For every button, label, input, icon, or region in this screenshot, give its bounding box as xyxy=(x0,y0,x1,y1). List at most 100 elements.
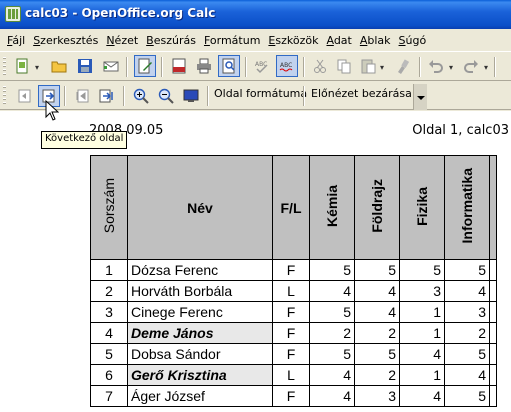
header-subject: Földrajz xyxy=(354,155,400,260)
header-partial-column xyxy=(489,155,497,260)
copy-button[interactable] xyxy=(333,55,355,77)
format-paintbrush-button[interactable] xyxy=(392,55,414,77)
gender-cell: F xyxy=(272,301,310,323)
partial-column-cell xyxy=(489,301,497,323)
row-number-cell: 3 xyxy=(90,301,128,323)
standard-toolbar: ▾ ABC ABC ▾ ▾ ▾ xyxy=(0,51,511,81)
grade-cell: 5 xyxy=(309,343,355,365)
row-number-cell: 1 xyxy=(90,259,128,281)
page-format-button[interactable]: Oldal formátuma xyxy=(214,87,307,100)
autospellcheck-button[interactable]: ABC xyxy=(276,55,298,77)
partial-column-cell xyxy=(489,364,497,386)
partial-column-cell xyxy=(489,322,497,344)
last-page-icon xyxy=(99,89,113,103)
new-document-button[interactable] xyxy=(11,55,33,77)
save-button[interactable] xyxy=(74,55,96,77)
title-bar[interactable]: calc03 - OpenOffice.org Calc xyxy=(0,0,511,29)
redo-dropdown-arrow[interactable]: ▾ xyxy=(484,63,488,72)
zoom-out-button[interactable] xyxy=(155,85,177,107)
paste-dropdown-arrow[interactable]: ▾ xyxy=(380,63,384,72)
row-number-cell: 7 xyxy=(90,385,128,407)
grade-cell: 4 xyxy=(354,301,400,323)
page-preview-area: 2008.09.05 Oldal 1, calc03 Sorszám Név F… xyxy=(0,111,511,412)
menu-window[interactable]: Ablak xyxy=(356,34,395,47)
open-button[interactable] xyxy=(48,55,70,77)
student-name-cell: Dózsa Ferenc xyxy=(127,259,273,281)
full-screen-button[interactable] xyxy=(180,85,202,107)
row-number-cell: 4 xyxy=(90,322,128,344)
paste-icon xyxy=(361,59,376,74)
export-pdf-button[interactable] xyxy=(168,55,190,77)
grade-cell: 5 xyxy=(354,259,400,281)
toolbar-overflow-button[interactable] xyxy=(413,84,427,110)
next-page-tooltip: Következő oldal xyxy=(41,131,128,149)
header-subject: Kémia xyxy=(309,155,355,260)
new-dropdown-arrow[interactable]: ▾ xyxy=(35,63,39,72)
last-page-button[interactable] xyxy=(96,85,118,107)
email-button[interactable] xyxy=(100,55,122,77)
print-button[interactable] xyxy=(193,55,215,77)
grades-table: Sorszám Név F/L Kémia Földrajz Fizika In… xyxy=(90,155,497,407)
table-row: 7 Áger József F 4 3 4 5 xyxy=(90,385,497,407)
menu-tools[interactable]: Eszközök xyxy=(264,34,322,47)
table-row: 6 Gerő Krisztina L 4 2 1 4 xyxy=(90,364,497,386)
toolbar-separator xyxy=(494,57,496,77)
open-folder-icon xyxy=(51,61,67,73)
cut-button[interactable] xyxy=(309,55,331,77)
row-number-cell: 2 xyxy=(90,280,128,302)
row-number-cell: 6 xyxy=(90,364,128,386)
mouse-cursor-icon xyxy=(45,100,59,121)
grade-cell: 5 xyxy=(309,301,355,323)
grade-cell: 5 xyxy=(309,259,355,281)
toolbar-grip[interactable] xyxy=(3,86,6,106)
undo-button[interactable] xyxy=(425,55,447,77)
zoom-in-button[interactable] xyxy=(130,85,152,107)
grade-cell: 4 xyxy=(399,343,445,365)
student-name-cell: Deme János xyxy=(127,322,273,344)
menu-insert[interactable]: Beszúrás xyxy=(142,34,200,47)
page-header-info: Oldal 1, calc03 xyxy=(412,123,509,138)
gender-cell: L xyxy=(272,280,310,302)
paste-button[interactable] xyxy=(357,55,379,77)
menu-file[interactable]: Fájl xyxy=(3,34,29,47)
grade-cell: 3 xyxy=(354,385,400,407)
spellcheck-button[interactable]: ABC xyxy=(251,55,273,77)
header-gender: F/L xyxy=(272,155,310,260)
grade-cell: 4 xyxy=(354,280,400,302)
previous-page-icon xyxy=(18,89,31,103)
close-preview-button[interactable]: Előnézet bezárása xyxy=(311,87,412,100)
student-name-cell: Cinege Ferenc xyxy=(127,301,273,323)
menu-edit[interactable]: Szerkesztés xyxy=(29,34,102,47)
email-icon xyxy=(103,61,119,72)
menu-data[interactable]: Adat xyxy=(322,34,355,47)
toolbar-grip[interactable] xyxy=(3,57,6,77)
grade-cell: 4 xyxy=(444,280,490,302)
print-icon xyxy=(197,58,211,74)
toolbar-separator xyxy=(123,86,125,106)
table-body: 1 Dózsa Ferenc F 5 5 5 5 2 Horváth Borbála L 4 4 3 4 3… xyxy=(90,259,497,407)
grade-cell: 4 xyxy=(309,280,355,302)
partial-column-cell xyxy=(489,259,497,281)
page-preview-button[interactable] xyxy=(218,55,240,77)
menu-bar: Fájl Szerkesztés Nézet Beszúrás Formátum… xyxy=(0,29,511,51)
table-row: 4 Deme János F 2 2 1 2 xyxy=(90,322,497,344)
toolbar-separator xyxy=(64,86,66,106)
table-row: 3 Cinege Ferenc F 5 4 1 3 xyxy=(90,301,497,323)
student-name-cell: Horváth Borbála xyxy=(127,280,273,302)
table-row: 1 Dózsa Ferenc F 5 5 5 5 xyxy=(90,259,497,281)
zoom-in-icon xyxy=(133,88,149,104)
menu-format[interactable]: Formátum xyxy=(200,34,264,47)
grade-cell: 2 xyxy=(354,364,400,386)
previous-page-button[interactable] xyxy=(13,85,35,107)
undo-dropdown-arrow[interactable]: ▾ xyxy=(449,63,453,72)
toolbar-separator xyxy=(207,86,209,106)
export-pdf-icon xyxy=(172,58,186,74)
edit-document-button[interactable] xyxy=(134,55,156,77)
first-page-button[interactable] xyxy=(71,85,93,107)
spellcheck-icon: ABC xyxy=(255,61,268,74)
table-row: 2 Horváth Borbála L 4 4 3 4 xyxy=(90,280,497,302)
menu-help[interactable]: Súgó xyxy=(395,34,431,47)
format-paintbrush-icon xyxy=(398,59,410,74)
redo-button[interactable] xyxy=(460,55,482,77)
menu-view[interactable]: Nézet xyxy=(102,34,142,47)
